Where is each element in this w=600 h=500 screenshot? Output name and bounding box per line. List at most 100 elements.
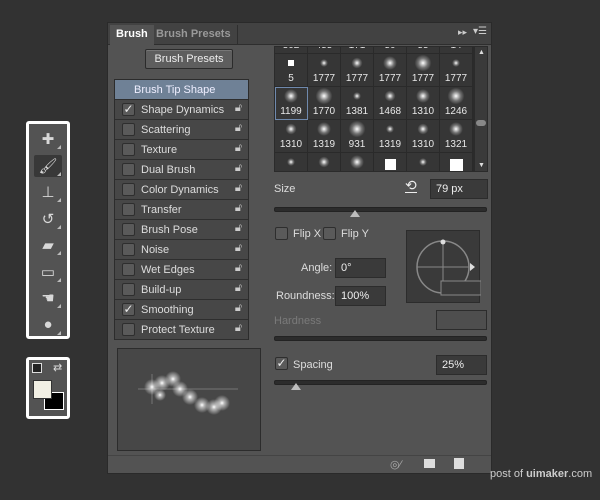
brush-tip[interactable]: 1246: [440, 87, 473, 120]
lock-icon[interactable]: 🔓︎: [235, 302, 242, 315]
list-item[interactable]: Build-up 🔓︎: [115, 280, 248, 300]
checkbox[interactable]: [122, 223, 135, 236]
brush-tip[interactable]: 1199: [275, 87, 308, 120]
brush-tip[interactable]: 1770: [308, 87, 341, 120]
list-item[interactable]: Scattering 🔓︎: [115, 120, 248, 140]
checkbox[interactable]: [122, 263, 135, 276]
size-slider[interactable]: [274, 207, 487, 217]
checkbox[interactable]: ✓: [122, 103, 135, 116]
checkbox[interactable]: [122, 243, 135, 256]
list-item[interactable]: Color Dynamics 🔓︎: [115, 180, 248, 200]
brush-tip[interactable]: [407, 153, 440, 171]
flip-x-checkbox[interactable]: [275, 227, 288, 240]
checkbox[interactable]: ✓: [122, 303, 135, 316]
brush-tip[interactable]: 1310: [407, 120, 440, 153]
spacing-checkbox[interactable]: ✓: [275, 357, 288, 370]
checkbox[interactable]: [122, 283, 135, 296]
brush-tip[interactable]: 50: [374, 47, 407, 54]
angle-field[interactable]: 0°: [335, 258, 386, 278]
checkbox[interactable]: [122, 183, 135, 196]
brush-tip[interactable]: [440, 153, 473, 171]
reset-size-icon[interactable]: ⟲: [405, 178, 417, 193]
brush-icon[interactable]: 🖌: [34, 154, 62, 177]
lock-icon[interactable]: 🔓︎: [235, 122, 242, 135]
list-item[interactable]: ✓ Shape Dynamics 🔓︎: [115, 100, 248, 120]
list-item[interactable]: Protect Texture 🔓︎: [115, 320, 248, 340]
scroll-up-icon[interactable]: ▲: [478, 49, 485, 56]
swap-colors-icon[interactable]: ⇄: [53, 361, 62, 374]
eraser-icon[interactable]: ▰: [34, 234, 62, 256]
size-slider-thumb[interactable]: [350, 210, 361, 217]
brush-tip[interactable]: [308, 153, 341, 171]
checkbox[interactable]: [122, 163, 135, 176]
lock-icon[interactable]: 🔓︎: [235, 262, 242, 275]
brush-grid-scrollbar[interactable]: ▲ ▼: [474, 46, 488, 172]
brush-tip[interactable]: 1319: [308, 120, 341, 153]
brush-tip[interactable]: [275, 153, 308, 171]
list-item[interactable]: Wet Edges 🔓︎: [115, 260, 248, 280]
lock-icon[interactable]: 🔓︎: [235, 322, 242, 335]
brush-tip[interactable]: 931: [341, 120, 374, 153]
clone-stamp-icon[interactable]: ⊥: [34, 181, 62, 203]
list-item[interactable]: Dual Brush 🔓︎: [115, 160, 248, 180]
lock-icon[interactable]: 🔓︎: [235, 242, 242, 255]
spacing-slider-thumb[interactable]: [291, 383, 302, 390]
default-colors-icon[interactable]: [32, 363, 42, 373]
brush-tip[interactable]: 1321: [440, 120, 473, 153]
tab-brush[interactable]: Brush: [110, 25, 154, 45]
sponge-icon[interactable]: ●: [34, 314, 62, 336]
brush-tip[interactable]: 1777: [308, 54, 341, 87]
scroll-down-icon[interactable]: ▼: [478, 162, 485, 169]
spacing-slider[interactable]: [274, 380, 487, 390]
lock-icon[interactable]: 🔓︎: [235, 222, 242, 235]
new-preset-icon[interactable]: [454, 458, 464, 469]
list-item[interactable]: ✓ Smoothing 🔓︎: [115, 300, 248, 320]
flip-y-checkbox[interactable]: [323, 227, 336, 240]
brush-tip[interactable]: 1777: [341, 54, 374, 87]
brush-tip[interactable]: 5: [275, 54, 308, 87]
toggle-live-tip-icon[interactable]: ◎∕: [390, 458, 401, 471]
brush-tip[interactable]: 55: [407, 47, 440, 54]
scroll-thumb[interactable]: [476, 120, 486, 126]
roundness-field[interactable]: 100%: [335, 286, 386, 306]
brush-tip[interactable]: 171: [341, 47, 374, 54]
lock-icon[interactable]: 🔓︎: [235, 142, 242, 155]
checkbox[interactable]: [122, 143, 135, 156]
tab-brush-presets[interactable]: Brush Presets: [150, 25, 238, 45]
size-field[interactable]: 79 px: [430, 179, 488, 199]
brush-tip[interactable]: [341, 153, 374, 171]
brush-tip[interactable]: 1319: [374, 120, 407, 153]
brush-tip[interactable]: [374, 153, 407, 171]
healing-brush-icon[interactable]: ✚: [34, 128, 62, 150]
brush-tip[interactable]: 455: [308, 47, 341, 54]
checkbox[interactable]: [122, 203, 135, 216]
brush-tip[interactable]: 1310: [407, 87, 440, 120]
panel-menu-icon[interactable]: ▾☰: [473, 26, 487, 37]
brush-tip[interactable]: 1777: [374, 54, 407, 87]
lock-icon[interactable]: 🔓︎: [235, 182, 242, 195]
foreground-color-swatch[interactable]: [33, 380, 52, 399]
smudge-icon[interactable]: ☚: [34, 287, 62, 309]
brush-tip[interactable]: 1310: [275, 120, 308, 153]
lock-icon[interactable]: 🔓︎: [235, 202, 242, 215]
angle-roundness-widget[interactable]: [406, 230, 482, 303]
gradient-icon[interactable]: ▭: [34, 261, 62, 283]
brush-grid-icon[interactable]: [424, 459, 435, 468]
list-item[interactable]: Noise 🔓︎: [115, 240, 248, 260]
brush-tip[interactable]: 1381: [341, 87, 374, 120]
brush-tip[interactable]: 302: [275, 47, 308, 54]
list-item[interactable]: Texture 🔓︎: [115, 140, 248, 160]
brush-tip[interactable]: 1468: [374, 87, 407, 120]
brush-tip[interactable]: 1777: [407, 54, 440, 87]
checkbox[interactable]: [122, 323, 135, 336]
list-item[interactable]: Brush Pose 🔓︎: [115, 220, 248, 240]
spacing-field[interactable]: 25%: [436, 355, 487, 375]
lock-icon[interactable]: 🔓︎: [235, 102, 242, 115]
list-item[interactable]: Transfer 🔓︎: [115, 200, 248, 220]
brush-presets-button[interactable]: Brush Presets: [145, 49, 233, 69]
history-brush-icon[interactable]: ↺: [34, 208, 62, 230]
lock-icon[interactable]: 🔓︎: [235, 162, 242, 175]
brush-tip[interactable]: 1777: [440, 54, 473, 87]
lock-icon[interactable]: 🔓︎: [235, 282, 242, 295]
list-item-brush-tip-shape[interactable]: Brush Tip Shape: [115, 80, 248, 100]
